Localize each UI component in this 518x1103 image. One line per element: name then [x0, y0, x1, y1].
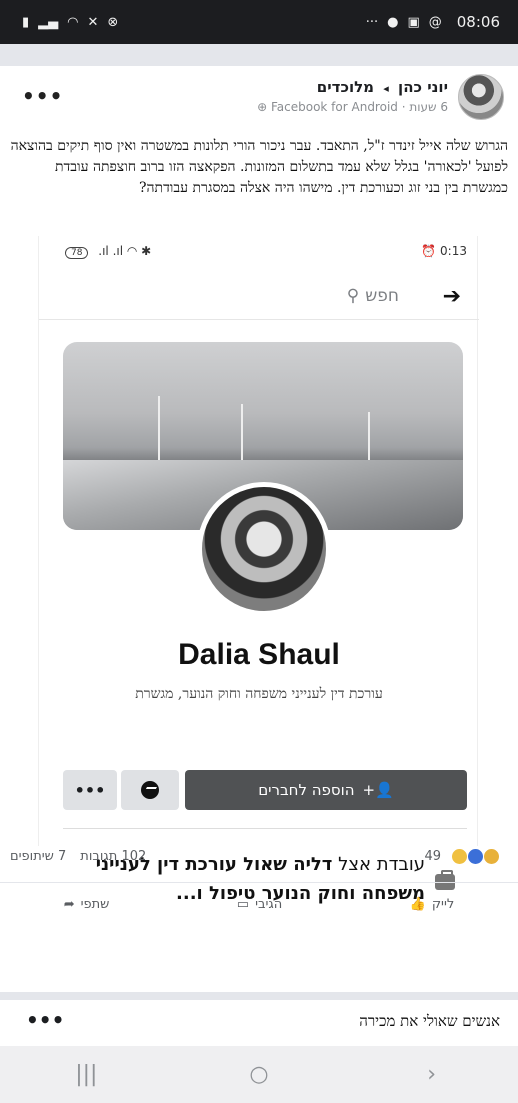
do-not-disturb-icon: ⊗ [107, 14, 119, 30]
search-icon: ⚲ [346, 285, 360, 306]
embedded-battery-badge: 78 [65, 247, 89, 259]
profile-name: Dalia Shaul [178, 638, 340, 671]
profile-picture[interactable] [197, 482, 331, 616]
post-author-line: יוני כהן ◂ מלוכדים [317, 78, 448, 96]
profile-picture-image [202, 487, 326, 611]
post-text: הגרוש שלה אייל זינדר ז"ל, התאבד. עבר ניכ… [10, 138, 508, 196]
post-header: יוני כהן ◂ מלוכדים 6 שעות · Facebook for… [0, 66, 518, 130]
facebook-notification-icon: ● [387, 14, 399, 30]
home-button[interactable]: ○ [219, 1062, 299, 1087]
group-name[interactable]: מלוכדים [317, 78, 374, 96]
profile-actions: 👤+ הוספה לחברים ••• [63, 770, 467, 810]
comment-share-counts: 102 תגובות 7 שיתופים [10, 849, 146, 864]
add-friend-button[interactable]: 👤+ הוספה לחברים [185, 770, 467, 810]
profile-divider [63, 828, 467, 829]
cover-pole [158, 396, 160, 466]
caret-left-icon: ◂ [383, 82, 389, 95]
feed-divider-2 [0, 992, 518, 1000]
share-label: שתפי [80, 897, 110, 912]
back-arrow-icon[interactable]: ➔ [443, 284, 461, 309]
meta-separator: · [397, 100, 406, 114]
people-you-may-know-header: אנשים שאולי את מכירה ••• [0, 1000, 518, 1046]
embedded-search-bar: חפש ⚲ ➔ [39, 272, 479, 320]
system-nav-bar: ||| ○ › [0, 1046, 518, 1103]
embedded-screenshot[interactable]: 78 .ıl .ıl ◠ ✱ ⏰ 0:13 חפש ⚲ ➔ Dalia Shau… [38, 236, 479, 904]
comments-count[interactable]: 102 תגובות [80, 849, 146, 864]
like-reaction-icon [467, 847, 484, 865]
feed-post: יוני כהן ◂ מלוכדים 6 שעות · Facebook for… [0, 66, 518, 991]
comment-button[interactable]: הגיבי ▭ [237, 897, 282, 912]
profile-bio: עורכת דין לענייני משפחה וחוק הנוער, מגשר… [135, 686, 383, 702]
comment-label: הגיבי [255, 897, 283, 912]
status-left: ▮ ▂▄ ◠ ✕ ⊗ [22, 16, 118, 29]
engagement-counts: 102 תגובות 7 שיתופים 49 [0, 841, 518, 871]
globe-icon: ⊕ [257, 100, 268, 114]
share-button[interactable]: שתפי ➦ [64, 897, 110, 912]
thumbs-up-icon: 👍 [409, 897, 426, 912]
post-actions: שתפי ➦ הגיבי ▭ לייק 👍 [0, 882, 518, 926]
reactions-summary[interactable]: 49 [424, 847, 500, 865]
post-time[interactable]: 6 שעות [409, 100, 448, 114]
status-time: 08:06 [456, 13, 500, 31]
screen: ▮ ▂▄ ◠ ✕ ⊗ ··· ● ▣ @ 08:06 יוני כהן ◂ מל… [0, 0, 518, 1103]
pymk-options-button[interactable]: ••• [26, 1008, 64, 1032]
embedded-status-left: 78 .ıl .ıl ◠ ✱ [65, 244, 152, 259]
search-input[interactable]: חפש ⚲ [347, 286, 399, 306]
mute-icon: ✕ [87, 14, 99, 30]
shares-count[interactable]: 7 שיתופים [10, 849, 66, 864]
post-options-button[interactable]: ••• [22, 84, 63, 108]
messenger-icon [141, 781, 159, 799]
battery-icon: ▮ [22, 14, 30, 30]
status-bar: ▮ ▂▄ ◠ ✕ ⊗ ··· ● ▣ @ 08:06 [0, 0, 518, 44]
pymk-title: אנשים שאולי את מכירה [359, 1012, 500, 1030]
embedded-status-bar: 78 .ıl .ıl ◠ ✱ ⏰ 0:13 [39, 236, 479, 266]
post-meta: 6 שעות · Facebook for Android ⊕ [257, 100, 448, 114]
search-placeholder: חפש [365, 285, 399, 306]
like-label: לייק [431, 897, 455, 912]
embedded-signal-icon: .ıl .ıl ◠ ✱ [98, 244, 152, 258]
signal-icon: ▂▄ [38, 14, 59, 30]
author-name[interactable]: יוני כהן [398, 78, 448, 96]
like-button[interactable]: לייק 👍 [410, 897, 455, 912]
wifi-icon: ◠ [67, 14, 79, 30]
more-notifications-icon: ··· [365, 14, 379, 30]
at-icon: @ [428, 14, 442, 30]
add-friend-label: הוספה לחברים [258, 781, 355, 799]
reactions-count: 49 [424, 848, 441, 864]
feed-divider [0, 44, 518, 66]
messenger-button[interactable] [121, 770, 179, 810]
share-icon: ➦ [63, 897, 75, 912]
author-avatar[interactable] [458, 74, 504, 120]
cover-pole [368, 412, 370, 466]
add-friend-icon: 👤+ [362, 781, 394, 799]
comment-icon: ▭ [236, 897, 250, 912]
alarm-icon: ⏰ [421, 244, 441, 258]
wow-reaction-icon [451, 847, 468, 865]
recent-apps-button[interactable]: ||| [46, 1062, 126, 1087]
sad-reaction-icon [483, 847, 500, 865]
post-source: Facebook for Android [270, 100, 398, 114]
back-button[interactable]: › [392, 1062, 472, 1087]
embedded-timer: 0:13 [440, 244, 467, 258]
status-right: ··· ● ▣ @ 08:06 [366, 13, 500, 31]
gallery-notification-icon: ▣ [407, 14, 420, 30]
embedded-status-right: ⏰ 0:13 [421, 244, 467, 258]
cover-pole [241, 404, 243, 466]
profile-more-button[interactable]: ••• [63, 770, 117, 810]
